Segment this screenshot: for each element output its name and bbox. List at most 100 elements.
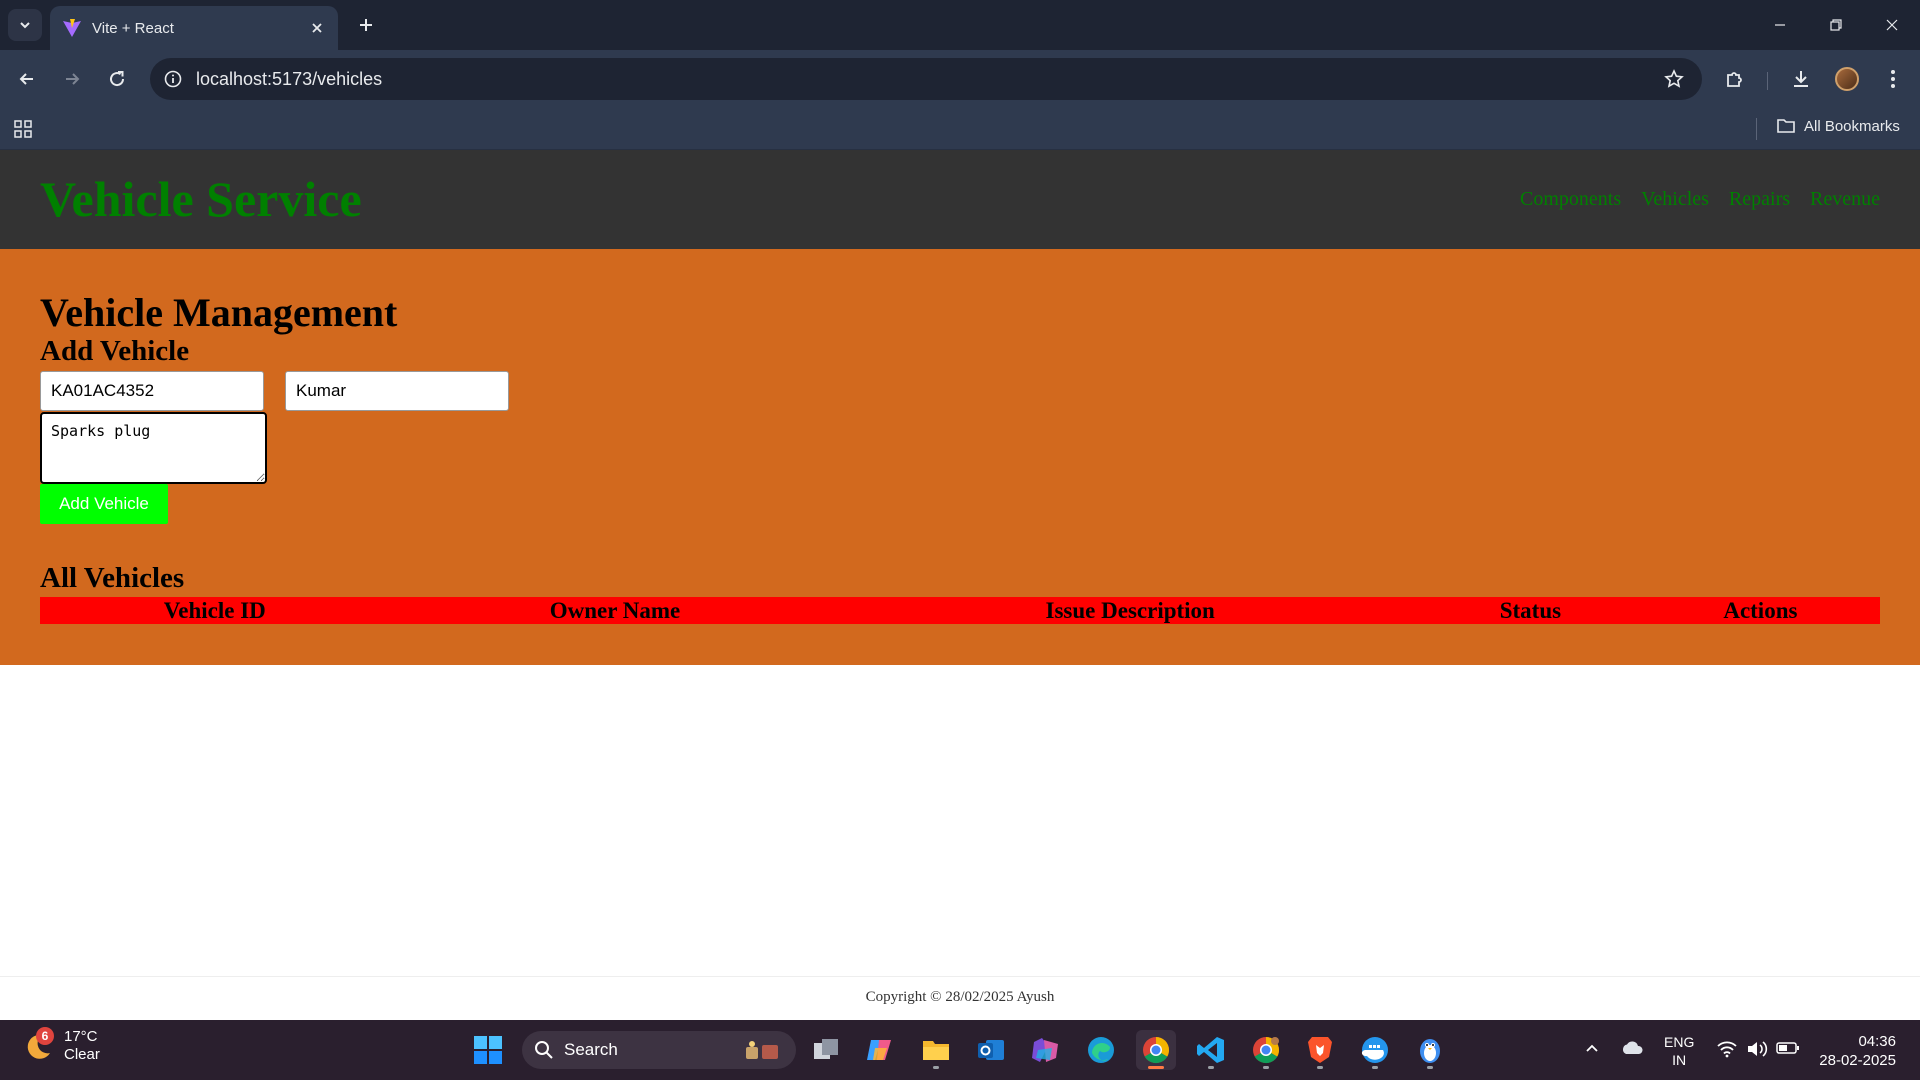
menu-button[interactable] — [1878, 64, 1908, 94]
extensions-button[interactable] — [1720, 64, 1750, 94]
copyright-text: Copyright © 28/02/2025 Ayush — [865, 989, 1055, 1005]
taskbar-docker[interactable] — [1355, 1030, 1395, 1070]
column-header-owner-name: Owner Name — [389, 597, 841, 624]
page-title: Vehicle Management — [40, 290, 398, 335]
table-header-row: Vehicle ID Owner Name Issue Description … — [40, 597, 1880, 624]
windows-logo-icon — [474, 1036, 502, 1064]
chrome-icon — [1143, 1037, 1170, 1064]
taskbar-copilot[interactable] — [860, 1030, 900, 1070]
clock-time: 04:36 — [1858, 1033, 1896, 1050]
temperature-text: 17°C — [64, 1028, 98, 1045]
page-viewport: Vehicle Service Components Vehicles Repa… — [0, 150, 1920, 1020]
system-clock[interactable]: 04:36 28-02-2025 — [1812, 1032, 1896, 1070]
minimize-icon — [1775, 24, 1785, 26]
close-icon[interactable] — [308, 19, 326, 37]
nav-link-vehicles[interactable]: Vehicles — [1641, 188, 1709, 211]
window-controls — [1752, 0, 1920, 50]
all-bookmarks-button[interactable]: All Bookmarks — [1776, 117, 1900, 135]
add-vehicle-button[interactable]: Add Vehicle — [40, 484, 168, 524]
apps-grid-icon[interactable] — [12, 118, 34, 140]
penguin-icon — [1420, 1039, 1440, 1063]
arrow-right-icon — [66, 73, 80, 85]
add-vehicle-heading: Add Vehicle — [40, 335, 190, 367]
docker-icon — [1361, 1037, 1388, 1063]
task-view-icon — [814, 1039, 838, 1059]
reload-button[interactable] — [102, 64, 132, 94]
reload-icon — [110, 71, 125, 87]
weather-badge: 6 — [36, 1027, 54, 1045]
close-icon — [1886, 19, 1898, 31]
restore-button[interactable] — [1808, 0, 1864, 50]
forward-button[interactable] — [57, 64, 87, 94]
onedrive-icon[interactable] — [1620, 1040, 1644, 1056]
taskbar-task-view[interactable] — [806, 1030, 846, 1070]
downloads-button[interactable] — [1786, 64, 1816, 94]
tab-search-button[interactable] — [8, 9, 42, 41]
browser-tabstrip: Vite + React — [0, 0, 1920, 50]
weather-widget[interactable]: 6 17°C Clear — [20, 1027, 100, 1064]
microsoft-365-icon — [1032, 1038, 1058, 1062]
nav-link-repairs[interactable]: Repairs — [1729, 188, 1790, 211]
taskbar-file-explorer[interactable] — [916, 1030, 956, 1070]
copilot-icon — [867, 1040, 891, 1060]
search-label: Search — [564, 1040, 618, 1059]
site-header: Vehicle Service Components Vehicles Repa… — [0, 150, 1920, 249]
start-button[interactable] — [470, 1032, 506, 1068]
vehicles-table: Vehicle ID Owner Name Issue Description … — [40, 597, 1880, 624]
url-text: localhost:5173/vehicles — [196, 69, 383, 89]
taskbar-search[interactable]: Search — [522, 1031, 796, 1069]
chrome-icon — [1253, 1037, 1280, 1064]
bookmarks-bar: All Bookmarks — [0, 108, 1920, 150]
taskbar-microsoft-365[interactable] — [1026, 1030, 1066, 1070]
wifi-icon[interactable] — [1716, 1040, 1738, 1058]
bookmark-star-icon[interactable] — [1662, 67, 1686, 91]
issue-description-textarea[interactable]: Sparks plug — [40, 412, 267, 484]
weather-condition-text: Clear — [64, 1046, 100, 1063]
site-brand[interactable]: Vehicle Service — [40, 170, 362, 228]
vehicle-id-input[interactable] — [40, 371, 264, 411]
taskbar-chrome-profile[interactable] — [1246, 1030, 1286, 1070]
close-window-button[interactable] — [1864, 0, 1920, 50]
site-nav: Components Vehicles Repairs Revenue — [1520, 188, 1880, 211]
windows-taskbar: 6 17°C Clear Search ENG IN 04:36 28-02-2… — [0, 1020, 1920, 1080]
profile-button[interactable] — [1832, 64, 1862, 94]
back-button[interactable] — [12, 64, 42, 94]
taskbar-penguin-app[interactable] — [1410, 1030, 1450, 1070]
vehicle-management-section: Vehicle Management Add Vehicle Sparks pl… — [0, 249, 1920, 665]
minimize-button[interactable] — [1752, 0, 1808, 50]
vite-logo-icon — [63, 19, 81, 37]
arrow-left-icon — [19, 73, 33, 85]
outlook-icon — [978, 1040, 1004, 1060]
owner-name-input[interactable] — [285, 371, 509, 411]
tab-title: Vite + React — [92, 19, 174, 37]
address-bar[interactable]: localhost:5173/vehicles — [150, 58, 1702, 100]
nav-link-revenue[interactable]: Revenue — [1810, 188, 1880, 211]
volume-icon[interactable] — [1746, 1040, 1768, 1058]
nav-link-components[interactable]: Components — [1520, 188, 1621, 211]
taskbar-edge[interactable] — [1081, 1030, 1121, 1070]
restore-icon — [1830, 19, 1842, 31]
column-header-actions: Actions — [1640, 597, 1880, 624]
taskbar-chrome-active[interactable] — [1136, 1030, 1176, 1070]
battery-icon[interactable] — [1776, 1041, 1800, 1055]
taskbar-outlook[interactable] — [971, 1030, 1011, 1070]
region-text: IN — [1672, 1052, 1687, 1068]
site-footer: Copyright © 28/02/2025 Ayush — [0, 976, 1920, 1020]
search-icon — [535, 1041, 553, 1059]
column-header-status: Status — [1419, 597, 1641, 624]
puzzle-icon — [1727, 72, 1742, 87]
folder-icon — [1777, 119, 1795, 133]
search-highlight-icon — [746, 1041, 778, 1059]
language-text: ENG — [1664, 1034, 1695, 1050]
language-indicator[interactable]: ENG IN — [1664, 1033, 1694, 1069]
show-hidden-icons-button[interactable] — [1584, 1040, 1600, 1056]
taskbar-brave[interactable] — [1300, 1030, 1340, 1070]
bookmarks-divider — [1756, 118, 1757, 140]
site-info-icon[interactable] — [160, 66, 186, 92]
vscode-icon — [1197, 1037, 1224, 1063]
avatar — [1835, 67, 1859, 91]
taskbar-vscode[interactable] — [1191, 1030, 1231, 1070]
browser-toolbar: localhost:5173/vehicles — [0, 50, 1920, 108]
new-tab-button[interactable] — [352, 11, 380, 39]
tab-vite-react[interactable]: Vite + React — [50, 6, 338, 50]
